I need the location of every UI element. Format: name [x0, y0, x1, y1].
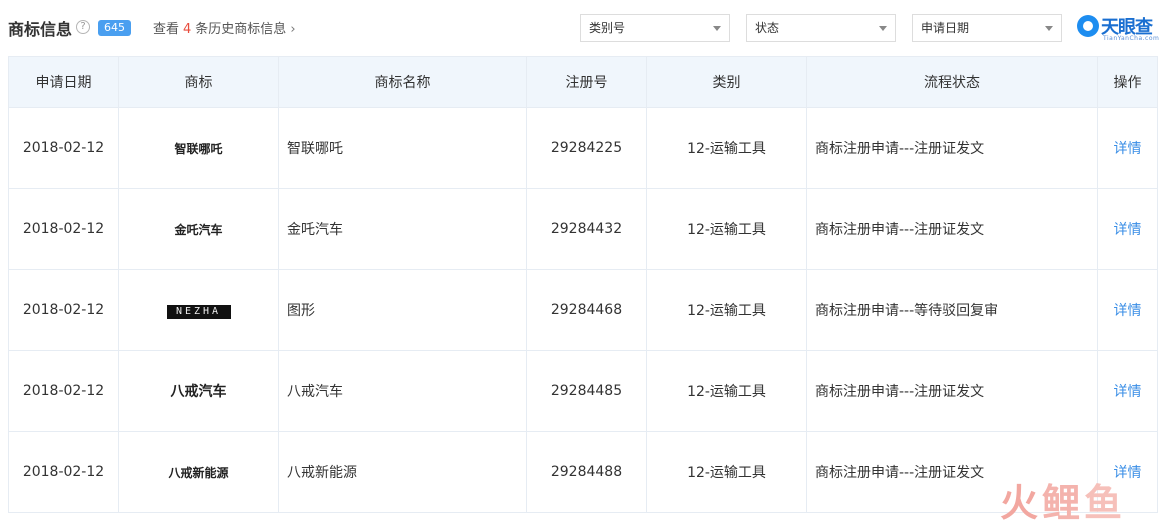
detail-link[interactable]: 详情: [1097, 107, 1158, 189]
cell-category: 12-运输工具: [646, 188, 807, 270]
cell-mark: NEZHA: [118, 269, 279, 351]
count-badge: 645: [98, 20, 131, 36]
cell-category: 12-运输工具: [646, 431, 807, 513]
detail-link[interactable]: 详情: [1097, 350, 1158, 432]
cell-name: 金吒汽车: [278, 188, 527, 270]
tianyancha-logo: 天眼查 TianYanCha.com: [1077, 12, 1163, 44]
caret-down-icon: [879, 26, 887, 31]
cell-flow: 商标注册申请---注册证发文: [806, 350, 1098, 432]
cell-reg-no: 29284432: [526, 188, 647, 270]
history-link[interactable]: 查看 4 条历史商标信息 ›: [153, 18, 296, 37]
cell-mark: 金吒汽车: [118, 188, 279, 270]
date-filter-select[interactable]: 申请日期: [912, 14, 1062, 42]
trademark-image[interactable]: NEZHA: [166, 304, 231, 319]
watermark: 火鲤鱼: [1000, 472, 1126, 523]
cell-date: 2018-02-12: [8, 269, 119, 351]
cell-flow: 商标注册申请---注册证发文: [806, 188, 1098, 270]
cell-date: 2018-02-12: [8, 188, 119, 270]
trademark-table: 申请日期 商标 商标名称 注册号 类别 流程状态 操作 2018-02-12 智…: [8, 56, 1158, 513]
category-filter-label: 类别号: [589, 21, 626, 35]
cell-reg-no: 29284488: [526, 431, 647, 513]
cell-name: 图形: [278, 269, 527, 351]
section-title: 商标信息: [8, 20, 73, 39]
cell-date: 2018-02-12: [8, 350, 119, 432]
trademark-image[interactable]: 智联哪吒: [174, 142, 222, 156]
cell-reg-no: 29284485: [526, 350, 647, 432]
cell-mark: 八戒新能源: [118, 431, 279, 513]
watermark-char: 鲤: [1042, 481, 1085, 523]
status-filter-label: 状态: [755, 21, 780, 35]
help-icon[interactable]: ?: [76, 20, 90, 34]
history-prefix: 查看: [153, 22, 180, 37]
table-row: 2018-02-12 金吒汽车 金吒汽车 29284432 12-运输工具 商标…: [8, 188, 1158, 270]
column-header-op: 操作: [1097, 56, 1158, 108]
history-suffix: 条历史商标信息: [195, 22, 287, 37]
history-count: 4: [183, 22, 192, 37]
cell-category: 12-运输工具: [646, 350, 807, 432]
logo-mark-icon: [1077, 15, 1099, 37]
chevron-right-icon: ›: [290, 22, 296, 37]
cell-name: 八戒新能源: [278, 431, 527, 513]
table-header-row: 申请日期 商标 商标名称 注册号 类别 流程状态 操作: [8, 56, 1158, 108]
status-filter-select[interactable]: 状态: [746, 14, 896, 42]
cell-category: 12-运输工具: [646, 269, 807, 351]
cell-reg-no: 29284225: [526, 107, 647, 189]
cell-name: 八戒汽车: [278, 350, 527, 432]
detail-link[interactable]: 详情: [1097, 188, 1158, 270]
category-filter-select[interactable]: 类别号: [580, 14, 730, 42]
column-header-mark: 商标: [118, 56, 279, 108]
cell-date: 2018-02-12: [8, 431, 119, 513]
cell-reg-no: 29284468: [526, 269, 647, 351]
trademark-image[interactable]: 八戒新能源: [168, 466, 228, 480]
table-row: 2018-02-12 八戒新能源 八戒新能源 29284488 12-运输工具 …: [8, 431, 1158, 513]
watermark-char: 鱼: [1084, 481, 1127, 523]
caret-down-icon: [1045, 26, 1053, 31]
cell-mark: 八戒汽车: [118, 350, 279, 432]
column-header-flow: 流程状态: [806, 56, 1098, 108]
column-header-category: 类别: [646, 56, 807, 108]
date-filter-label: 申请日期: [921, 21, 970, 35]
table-row: 2018-02-12 八戒汽车 八戒汽车 29284485 12-运输工具 商标…: [8, 350, 1158, 432]
cell-date: 2018-02-12: [8, 107, 119, 189]
caret-down-icon: [713, 26, 721, 31]
detail-link[interactable]: 详情: [1097, 269, 1158, 351]
column-header-reg-no: 注册号: [526, 56, 647, 108]
table-row: 2018-02-12 智联哪吒 智联哪吒 29284225 12-运输工具 商标…: [8, 107, 1158, 189]
trademark-image[interactable]: 八戒汽车: [171, 384, 227, 400]
column-header-date[interactable]: 申请日期: [8, 56, 119, 108]
trademark-image[interactable]: 金吒汽车: [174, 223, 222, 237]
table-row: 2018-02-12 NEZHA 图形 29284468 12-运输工具 商标注…: [8, 269, 1158, 351]
watermark-char: 火: [1000, 481, 1043, 523]
cell-flow: 商标注册申请---注册证发文: [806, 107, 1098, 189]
column-header-name: 商标名称: [278, 56, 527, 108]
section-header: 商标信息 ? 645 查看 4 条历史商标信息 › 类别号 状态 申请日期 天眼查 T…: [0, 0, 1165, 56]
cell-category: 12-运输工具: [646, 107, 807, 189]
cell-mark: 智联哪吒: [118, 107, 279, 189]
cell-flow: 商标注册申请---等待驳回复审: [806, 269, 1098, 351]
logo-subtext: TianYanCha.com: [1103, 35, 1160, 42]
cell-name: 智联哪吒: [278, 107, 527, 189]
